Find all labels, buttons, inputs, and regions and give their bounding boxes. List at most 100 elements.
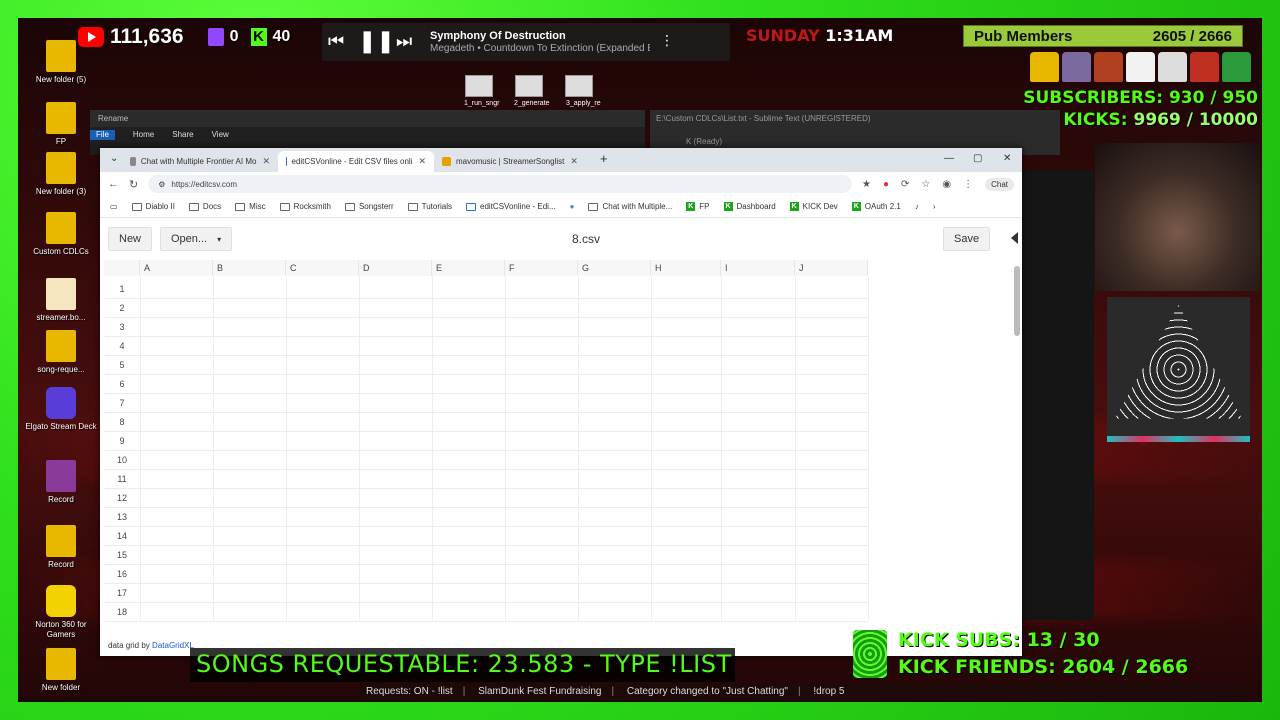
grid-row[interactable]: 12 <box>104 489 868 508</box>
maximize-icon[interactable]: ▢ <box>973 153 982 164</box>
extension-icon[interactable]: ● <box>883 179 889 190</box>
open-button[interactable]: Open... ▾ <box>160 227 232 251</box>
column-header[interactable]: A <box>140 260 213 276</box>
bookmark-diablo[interactable]: Diablo II <box>131 202 175 211</box>
chat-button[interactable]: Chat <box>985 177 1014 191</box>
bookmark-songsterr[interactable]: Songsterr <box>344 202 394 211</box>
tab-search-icon[interactable]: ⌄ <box>110 153 118 164</box>
reload-icon[interactable]: ↻ <box>129 178 138 191</box>
bookmark-chat[interactable]: Chat with Multiple... <box>588 202 672 211</box>
save-button[interactable]: Save <box>943 227 991 251</box>
desktop-icon[interactable]: Norton 360 for Gamers <box>24 585 98 640</box>
bookmark-google[interactable]: ● <box>570 202 575 211</box>
new-tab-icon[interactable]: + <box>600 151 608 166</box>
bookmark-rocksmith[interactable]: Rocksmith <box>279 202 331 211</box>
grid-row[interactable]: 10 <box>104 451 868 470</box>
tiktok-icon[interactable]: ♪ <box>915 202 919 211</box>
more-bookmarks-icon[interactable]: › <box>933 202 936 211</box>
pause-icon[interactable]: ❚❚ <box>358 28 395 54</box>
column-header[interactable]: D <box>359 260 432 276</box>
bookmark-editcsv[interactable]: editCSVonline - Edi... <box>466 202 556 211</box>
browser-tab[interactable]: mavomusic | StreamerSonglist ✕ <box>434 151 590 172</box>
browser-tab[interactable]: Chat with Multiple Frontier AI Mo ✕ <box>122 151 278 172</box>
file-thumbnail[interactable] <box>515 75 543 97</box>
grid-row[interactable]: 4 <box>104 337 868 356</box>
desktop-icon[interactable]: song-reque... <box>24 330 98 375</box>
menu-icon[interactable]: ⋮ <box>963 179 973 190</box>
site-info-icon[interactable]: ⚙ <box>158 180 165 189</box>
grid-row[interactable]: 1 <box>104 280 868 299</box>
file-thumbnail[interactable] <box>565 75 593 97</box>
ribbon-tab-share[interactable]: Share <box>172 130 193 140</box>
close-tab-icon[interactable]: ✕ <box>570 156 578 167</box>
desktop-icon[interactable]: New folder (5) <box>24 40 98 85</box>
column-header[interactable]: C <box>286 260 359 276</box>
desktop-icon[interactable]: New folder <box>24 648 98 693</box>
ribbon-tab-file[interactable]: File <box>90 130 115 140</box>
grid-row[interactable]: 18 <box>104 603 868 622</box>
grid-row[interactable]: 5 <box>104 356 868 375</box>
grid-row[interactable]: 16 <box>104 565 868 584</box>
datagridxl-link[interactable]: DataGridXL <box>152 641 194 650</box>
grid-row[interactable]: 7 <box>104 394 868 413</box>
desktop-icon[interactable]: streamer.bo... <box>24 278 98 323</box>
column-header[interactable]: B <box>213 260 286 276</box>
column-header[interactable]: G <box>578 260 651 276</box>
grid-row[interactable]: 17 <box>104 584 868 603</box>
browser-tab-active[interactable]: editCSVonline - Edit CSV files onli ✕ <box>278 151 434 172</box>
grid-row[interactable]: 6 <box>104 375 868 394</box>
ribbon-tab-view[interactable]: View <box>212 130 229 140</box>
column-header[interactable]: J <box>795 260 868 276</box>
bookmark-dashboard[interactable]: K Dashboard <box>723 202 776 211</box>
kick-icon: K <box>851 202 861 211</box>
collapse-panel-icon[interactable] <box>1011 232 1018 244</box>
close-tab-icon[interactable]: ✕ <box>418 156 426 167</box>
new-button[interactable]: New <box>108 227 153 251</box>
desktop-icon[interactable]: FP <box>24 102 98 147</box>
column-header[interactable]: I <box>721 260 795 276</box>
sublime-status: K (Ready) <box>686 137 723 146</box>
bookmark-fp[interactable]: K FP <box>686 202 710 211</box>
grid-row[interactable]: 13 <box>104 508 868 527</box>
back-icon[interactable]: ← <box>108 178 119 190</box>
grid-row[interactable]: 11 <box>104 470 868 489</box>
minimize-icon[interactable]: — <box>944 153 954 164</box>
close-window-icon[interactable]: ✕ <box>1003 153 1011 164</box>
grid-row[interactable]: 3 <box>104 318 868 337</box>
bookmark-kick-dev[interactable]: K KICK Dev <box>789 202 838 211</box>
desktop-icon[interactable]: Custom CDLCs <box>24 212 98 257</box>
grid-row[interactable]: 14 <box>104 527 868 546</box>
folder-icon <box>46 525 76 557</box>
desktop-icon[interactable]: Record <box>24 460 98 505</box>
address-bar[interactable]: ⚙ https://editcsv.com <box>148 175 852 193</box>
column-header[interactable]: E <box>432 260 505 276</box>
close-tab-icon[interactable]: ✕ <box>262 156 270 167</box>
bookmarks-menu-icon[interactable]: ▭ <box>110 202 118 211</box>
desktop-icon[interactable]: Record <box>24 525 98 570</box>
bookmark-misc[interactable]: Misc <box>235 202 266 211</box>
bookmark-docs[interactable]: Docs <box>188 202 221 211</box>
corner-cell[interactable] <box>104 260 140 276</box>
extensions-icon[interactable]: ☆ <box>921 179 930 190</box>
bookmark-tutorials[interactable]: Tutorials <box>407 202 452 211</box>
file-thumbnail[interactable] <box>465 75 493 97</box>
grid-row[interactable]: 15 <box>104 546 868 565</box>
grid-row[interactable]: 9 <box>104 432 868 451</box>
column-header[interactable]: F <box>505 260 578 276</box>
desktop-icon[interactable]: Elgato Stream Deck <box>24 387 98 432</box>
more-options-icon[interactable]: ⋮ <box>660 32 674 49</box>
desktop-icon[interactable]: New folder (3) <box>24 152 98 197</box>
refresh-extension-icon[interactable]: ⟳ <box>901 179 909 190</box>
previous-track-icon[interactable]: ⏮ <box>328 31 344 52</box>
thumb-label: 2_generate <box>514 100 550 107</box>
grid-row[interactable]: 8 <box>104 413 868 432</box>
bookmark-oauth[interactable]: K OAuth 2.1 <box>851 202 901 211</box>
vertical-scrollbar[interactable] <box>1014 266 1020 336</box>
profile-icon[interactable]: ◉ <box>942 179 951 190</box>
next-track-icon[interactable]: ⏭ <box>396 31 412 52</box>
bookmark-star-icon[interactable]: ★ <box>862 179 871 190</box>
grid-row[interactable]: 2 <box>104 299 868 318</box>
column-header[interactable]: H <box>651 260 721 276</box>
ribbon-tab-home[interactable]: Home <box>133 130 154 140</box>
shirt-icon <box>1222 52 1251 82</box>
